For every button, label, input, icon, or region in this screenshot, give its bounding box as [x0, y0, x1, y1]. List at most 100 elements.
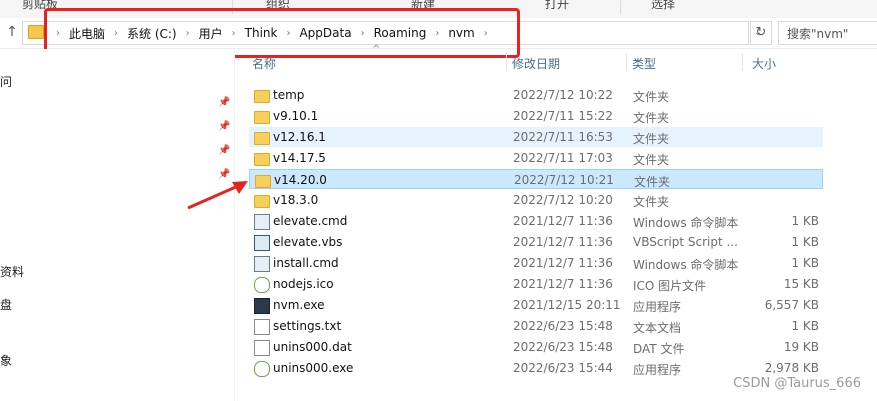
- ribbon-divider: [620, 0, 621, 14]
- nodejs-icon: [254, 361, 270, 377]
- file-size: 19 KB: [783, 340, 819, 354]
- file-name: v18.3.0: [273, 193, 319, 207]
- folder-icon: [254, 132, 270, 145]
- file-type: 应用程序: [633, 363, 682, 377]
- column-header-date[interactable]: 修改日期: [512, 55, 560, 72]
- pin-icon[interactable]: 📌: [218, 145, 230, 157]
- file-type: 文件夹: [633, 132, 670, 146]
- column-headers: 名称 修改日期 类型 大小: [246, 49, 877, 75]
- file-size: 2,978 KB: [764, 361, 819, 375]
- file-row[interactable]: install.cmd 2021/12/7 11:36 Windows 命令脚本 1 …: [249, 253, 823, 273]
- file-row[interactable]: nvm.exe 2021/12/15 20:11 应用程序 6,557 KB: [249, 295, 823, 315]
- refresh-button[interactable]: ↻: [750, 21, 772, 45]
- file-type: 文件夹: [633, 195, 670, 209]
- file-date: 2021/12/7 11:36: [513, 277, 613, 291]
- file-size: 6,557 KB: [764, 298, 819, 312]
- file-date: 2022/7/12 10:22: [513, 88, 613, 102]
- file-type: VBScript Script ...: [633, 235, 738, 249]
- file-date: 2021/12/7 11:36: [513, 256, 613, 270]
- file-row[interactable]: elevate.vbs 2021/12/7 11:36 VBScript Scrip…: [249, 232, 823, 252]
- folder-icon: [254, 153, 270, 166]
- file-type: 文件夹: [633, 111, 670, 125]
- search-placeholder: 搜索"nvm": [787, 27, 849, 41]
- file-name: v9.10.1: [273, 109, 319, 123]
- file-size: 1 KB: [791, 319, 819, 333]
- file-size: 1 KB: [791, 235, 819, 249]
- file-type: DAT 文件: [633, 342, 685, 356]
- file-type: 文件夹: [634, 175, 671, 189]
- nodejs-icon: [254, 277, 270, 293]
- file-row[interactable]: v14.20.0 2022/7/12 10:21 文件夹: [249, 169, 823, 189]
- file-name: elevate.cmd: [273, 214, 348, 228]
- file-type: 应用程序: [633, 300, 682, 314]
- file-size: 15 KB: [783, 277, 819, 291]
- file-row[interactable]: nodejs.ico 2021/12/7 11:36 ICO 图片文件 15 KB: [249, 274, 823, 294]
- file-date: 2022/7/11 15:22: [513, 109, 613, 123]
- file-row[interactable]: v18.3.0 2022/7/12 10:20 文件夹: [249, 190, 823, 210]
- folder-icon: [255, 175, 271, 188]
- vbs-file-icon: [254, 235, 270, 251]
- file-row[interactable]: unins000.dat 2022/6/23 15:48 DAT 文件 19 KB: [249, 337, 823, 357]
- file-date: 2022/7/11 16:53: [513, 130, 613, 144]
- ribbon-group-select[interactable]: 选择: [651, 0, 675, 12]
- cmd-file-icon: [254, 214, 270, 230]
- file-row[interactable]: v12.16.1 2022/7/11 16:53 文件夹: [249, 127, 823, 147]
- ribbon-group-open[interactable]: 打开: [545, 0, 569, 12]
- pin-icon[interactable]: 📌: [218, 97, 230, 109]
- watermark: CSDN @Taurus_666: [733, 376, 861, 391]
- nav-item[interactable]: 资料: [0, 263, 24, 280]
- nav-item[interactable]: 象: [0, 352, 12, 369]
- file-row[interactable]: temp 2022/7/12 10:22 文件夹: [249, 85, 823, 105]
- file-row[interactable]: v14.17.5 2022/7/11 17:03 文件夹: [249, 148, 823, 168]
- file-size: 1 KB: [791, 214, 819, 228]
- column-divider[interactable]: [742, 53, 743, 71]
- file-name: v14.20.0: [274, 173, 327, 187]
- search-input[interactable]: 搜索"nvm": [778, 21, 877, 45]
- nav-item[interactable]: 问: [0, 73, 12, 90]
- file-name: temp: [273, 88, 305, 102]
- file-name: v12.16.1: [273, 130, 326, 144]
- file-name: settings.txt: [273, 319, 342, 333]
- up-arrow-icon[interactable]: ↑: [4, 22, 20, 42]
- file-date: 2022/6/23 15:48: [513, 340, 613, 354]
- file-name: elevate.vbs: [273, 235, 343, 249]
- file-date: 2021/12/15 20:11: [513, 298, 621, 312]
- file-name: unins000.dat: [273, 340, 352, 354]
- file-row[interactable]: settings.txt 2022/6/23 15:48 文本文档 1 KB: [249, 316, 823, 336]
- file-date: 2021/12/7 11:36: [513, 214, 613, 228]
- file-row[interactable]: unins000.exe 2022/6/23 15:44 应用程序 2,978 KB: [249, 358, 823, 378]
- file-type: 文件夹: [633, 153, 670, 167]
- file-date: 2022/7/12 10:20: [513, 193, 613, 207]
- exe-icon: [254, 298, 270, 314]
- column-header-name[interactable]: 名称: [252, 55, 276, 72]
- cmd-file-icon: [254, 256, 270, 272]
- column-header-type[interactable]: 类型: [632, 55, 656, 72]
- file-date: 2022/7/11 17:03: [513, 151, 613, 165]
- file-size: 1 KB: [791, 256, 819, 270]
- file-date: 2021/12/7 11:36: [513, 235, 613, 249]
- pin-icon[interactable]: 📌: [218, 121, 230, 133]
- file-type: 文件夹: [633, 90, 670, 104]
- file-type: 文本文档: [633, 321, 682, 335]
- column-header-size[interactable]: 大小: [752, 55, 776, 72]
- file-date: 2022/6/23 15:48: [513, 319, 613, 333]
- column-divider[interactable]: [506, 53, 507, 71]
- folder-icon: [254, 195, 270, 208]
- file-type: ICO 图片文件: [633, 279, 707, 293]
- file-name: unins000.exe: [273, 361, 354, 375]
- file-name: install.cmd: [273, 256, 339, 270]
- navigation-pane: 问 📌 📌 📌 📌 资料 盘 象: [0, 49, 235, 401]
- file-name: nvm.exe: [273, 298, 325, 312]
- annotation-arrow-icon: [187, 181, 248, 210]
- dat-file-icon: [254, 340, 270, 356]
- file-date: 2022/7/12 10:21: [514, 173, 614, 187]
- folder-icon: [254, 111, 270, 124]
- column-divider[interactable]: [626, 53, 627, 71]
- file-name: nodejs.ico: [273, 277, 334, 291]
- folder-icon: [28, 25, 44, 39]
- nav-item[interactable]: 盘: [0, 296, 12, 313]
- file-row[interactable]: v9.10.1 2022/7/11 15:22 文件夹: [249, 106, 823, 126]
- folder-icon: [254, 90, 270, 103]
- file-name: v14.17.5: [273, 151, 326, 165]
- file-row[interactable]: elevate.cmd 2021/12/7 11:36 Windows 命令脚本 1 …: [249, 211, 823, 231]
